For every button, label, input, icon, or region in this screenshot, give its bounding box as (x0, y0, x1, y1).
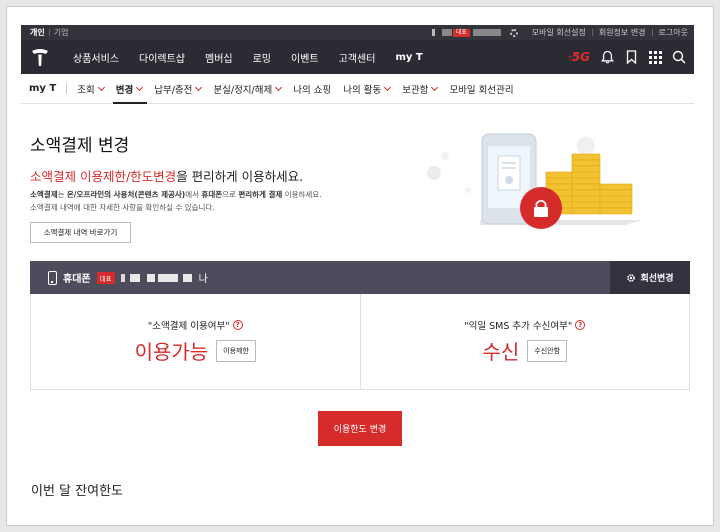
subnav-my-shopping[interactable]: 나의 쇼핑 (287, 82, 337, 96)
subnav-label: 모바일 회선관리 (449, 84, 514, 96)
description-line-1: 소액결제는 온/오프라인의 사용처(콘텐츠 제공사)에서 휴대폰으로 편리하게 … (30, 189, 322, 202)
active-tab-indicator (113, 102, 147, 104)
headline-text: 을 편리하게 이용하세요. (176, 169, 304, 184)
settings-icon[interactable] (509, 28, 518, 37)
gear-icon (627, 273, 636, 282)
divider (66, 83, 68, 94)
chevron-down-icon (97, 83, 105, 91)
desc-bold: 휴대폰 (201, 190, 223, 199)
desc-text: 는 (57, 190, 67, 199)
logout-link[interactable]: 로그아웃 (653, 27, 694, 38)
member-info-link[interactable]: 회원정보 변경 (593, 27, 652, 38)
masked-phone-number (120, 273, 125, 282)
line-change-label: 회선변경 (640, 274, 674, 284)
desc-bold: 소액결제 (30, 190, 58, 199)
sms-notification-panel: "익일 SMS 추가 수신여부"? 수신 수신안함 (359, 294, 690, 389)
panel-row: 수신 수신안함 (482, 336, 568, 365)
subnav-label: 분실/정지/해제 (213, 84, 273, 96)
subnav-inquiry[interactable]: 조회 (71, 82, 109, 96)
nav-membership[interactable]: 멤버십 (195, 50, 243, 65)
subnav-label: 나의 쇼핑 (293, 84, 332, 96)
subnav-change[interactable]: 변경 (110, 82, 148, 96)
masked-info (431, 29, 435, 36)
description: 소액결제는 온/오프라인의 사용처(콘텐츠 제공사)에서 휴대폰으로 편리하게 … (30, 189, 322, 214)
question-text: "익일 SMS 추가 수신여부" (464, 321, 573, 332)
subnav-label: 보관함 (402, 84, 429, 96)
usage-status-value: 이용가능 (134, 340, 209, 364)
masked-phone-number (472, 29, 501, 36)
masked-phone-number (182, 273, 192, 282)
subnav-payment[interactable]: 납부/충전 (148, 82, 207, 96)
masked-info (441, 29, 452, 36)
desc-text: 이용하세요. (282, 190, 322, 199)
subnav-label: 나의 활동 (343, 84, 382, 96)
bell-icon[interactable] (600, 50, 614, 64)
line-change-button[interactable]: 회선변경 (610, 261, 690, 294)
question-text: "소액결제 이용여부" (147, 321, 230, 332)
desc-text: 으로 (222, 190, 239, 199)
representative-badge: 대표 (452, 28, 470, 37)
masked-phone-number (157, 273, 178, 282)
t-logo-icon[interactable] (29, 46, 51, 68)
chevron-down-icon (384, 83, 392, 91)
page-title: 소액결제 변경 (30, 136, 130, 156)
subnav-lost-suspend[interactable]: 분실/정지/해제 (207, 82, 287, 96)
panel-row: 이용가능 이용제한 (135, 336, 256, 365)
sms-status-value: 수신 (482, 340, 520, 364)
remaining-limit-title: 이번 달 잔여한도 (31, 484, 123, 499)
help-icon[interactable]: ? (232, 320, 243, 330)
nav-roaming[interactable]: 로밍 (243, 50, 281, 65)
nav-customer-center[interactable]: 고객센터 (329, 50, 386, 65)
main-nav: 상품서비스 다이렉트샵 멤버십 로밍 이벤트 고객센터 my T T5G (21, 40, 694, 74)
chevron-down-icon (136, 83, 144, 91)
chevron-down-icon (431, 83, 439, 91)
panel-question: "소액결제 이용여부"? (148, 318, 243, 332)
chevron-down-icon (195, 83, 203, 91)
micropayment-usage-panel: "소액결제 이용여부"? 이용가능 이용제한 (31, 294, 360, 389)
representative-badge: 대표 (96, 271, 115, 284)
headline: 소액결제 이용제한/한도변경을 편리하게 이용하세요. (30, 166, 303, 185)
desc-text: 에서 (185, 190, 202, 199)
masked-phone-number (146, 273, 155, 282)
sub-nav: my T 조회 변경 납부/충전 분실/정지/해제 나의 쇼핑 나의 활동 보관… (21, 74, 694, 104)
headline-highlight: 소액결제 이용제한/한도변경 (30, 169, 177, 184)
nav-events[interactable]: 이벤트 (281, 50, 329, 65)
tab-business[interactable]: 기업 (50, 27, 73, 38)
5g-badge: T5G (568, 50, 590, 64)
payment-illustration (420, 128, 650, 238)
subnav-mobile-line[interactable]: 모바일 회선관리 (443, 82, 519, 96)
change-limit-button[interactable]: 이용한도 변경 (318, 411, 402, 446)
tab-personal[interactable]: 개인 (26, 27, 49, 38)
subnav-storage[interactable]: 보관함 (396, 82, 443, 96)
help-icon[interactable]: ? (575, 320, 586, 330)
mobile-line-settings-link[interactable]: 모바일 회선설정 (526, 27, 592, 38)
phone-label: 휴대폰 (63, 274, 91, 285)
subnav-label: 조회 (77, 84, 95, 96)
payment-history-button[interactable]: 소액결제 내역 바로가기 (30, 222, 131, 243)
chevron-down-icon (275, 83, 283, 91)
description-line-2: 소액결제 내역에 대한 자세한 사항을 확인하실 수 있습니다. (30, 202, 215, 212)
search-icon[interactable] (672, 50, 686, 64)
subnav-label: 납부/충전 (154, 84, 193, 96)
panel-question: "익일 SMS 추가 수신여부"? (464, 318, 586, 332)
phone-line-bar: 휴대폰 대표 나 회선변경 (30, 261, 690, 294)
nav-my-t[interactable]: my T (385, 52, 432, 63)
decline-sms-button[interactable]: 수신안함 (527, 339, 568, 362)
phone-owner-suffix: 나 (198, 274, 208, 285)
phone-icon (48, 270, 57, 285)
desc-bold: 편리하게 결제 (238, 190, 283, 199)
desc-bold: 온/오프라인의 사용처(콘텐츠 제공사) (66, 190, 186, 199)
masked-phone-number (129, 273, 140, 282)
bookmark-icon[interactable] (624, 50, 638, 64)
utility-bar: 개인 기업 대표 모바일 회선설정 회원정보 변경 로그아웃 (21, 25, 694, 40)
grid-menu-icon[interactable] (648, 50, 662, 64)
status-panels: "소액결제 이용여부"? 이용가능 이용제한 "익일 SMS 추가 수신여부"?… (30, 294, 690, 390)
restrict-usage-button[interactable]: 이용제한 (216, 339, 256, 362)
nav-products[interactable]: 상품서비스 (63, 50, 129, 65)
subnav-my-activity[interactable]: 나의 활동 (337, 82, 396, 96)
subnav-home[interactable]: my T (21, 83, 66, 94)
subnav-label: 변경 (115, 84, 134, 96)
nav-direct-shop[interactable]: 다이렉트샵 (129, 50, 195, 65)
